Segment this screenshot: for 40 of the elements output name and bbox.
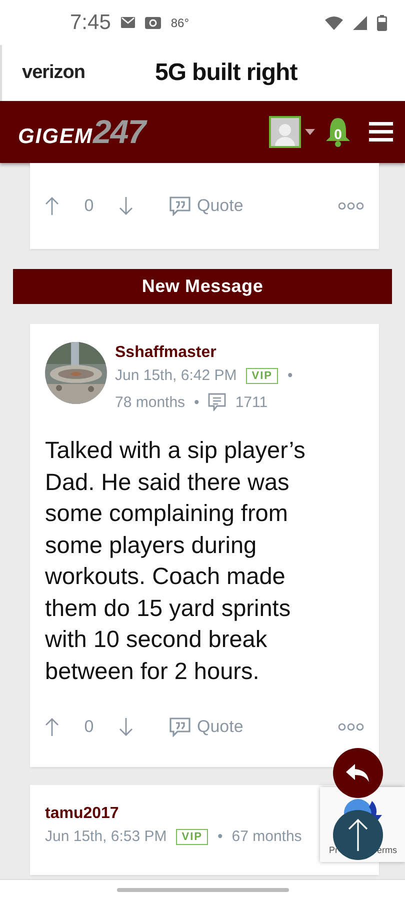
- ad-mark[interactable]: 5G: [155, 59, 186, 87]
- quote-icon: [169, 717, 191, 737]
- ad-brand[interactable]: verizon: [22, 62, 86, 84]
- signal-icon: [353, 16, 367, 30]
- separator-dot: •: [287, 367, 293, 384]
- up-arrow-icon[interactable]: [348, 818, 368, 852]
- comment-icon: [208, 393, 226, 411]
- author-name[interactable]: Sshaffmaster: [115, 344, 364, 362]
- wifi-icon: [325, 16, 343, 30]
- clock-time: 7:45: [70, 10, 111, 34]
- downvote-icon[interactable]: [119, 717, 133, 737]
- site-logo[interactable]: GIGEM247: [18, 113, 146, 151]
- reply-icon[interactable]: [345, 763, 371, 783]
- more-icon[interactable]: [338, 202, 364, 210]
- new-message-bar: New Message: [13, 269, 392, 304]
- temperature: 86°: [170, 16, 190, 30]
- vip-badge: VIP: [176, 828, 208, 844]
- separator-dot: •: [217, 828, 223, 845]
- caret-icon[interactable]: [305, 129, 315, 135]
- member-tenure: 78 months: [115, 394, 186, 410]
- quote-icon: [169, 196, 191, 216]
- camera-icon: [144, 16, 161, 28]
- member-tenure: 67 months: [232, 828, 302, 845]
- ad-headline[interactable]: built right: [192, 59, 298, 87]
- vip-badge: VIP: [246, 368, 278, 384]
- post-date: Jun 15th, 6:42 PM: [115, 367, 237, 384]
- upvote-icon[interactable]: [45, 717, 59, 737]
- more-icon[interactable]: [338, 723, 364, 731]
- downvote-icon[interactable]: [119, 196, 133, 216]
- upvote-icon[interactable]: [45, 196, 59, 216]
- vote-count: 0: [83, 196, 95, 216]
- author-name[interactable]: tamu2017: [45, 805, 302, 823]
- mail-icon: [120, 17, 135, 28]
- battery-icon: [377, 14, 387, 30]
- vote-count: 0: [83, 717, 95, 737]
- post-count: 1711: [235, 394, 268, 410]
- separator-dot: •: [194, 394, 200, 410]
- post-body: Talked with a sip player’s Dad. He said there was some complaining from some players during workouts. Coach made them do 15 yard sprints with 10 second break between for 2 hours.: [45, 436, 306, 686]
- post-date: Jun 15th, 6:53 PM: [45, 828, 167, 845]
- menu-icon[interactable]: [369, 122, 393, 142]
